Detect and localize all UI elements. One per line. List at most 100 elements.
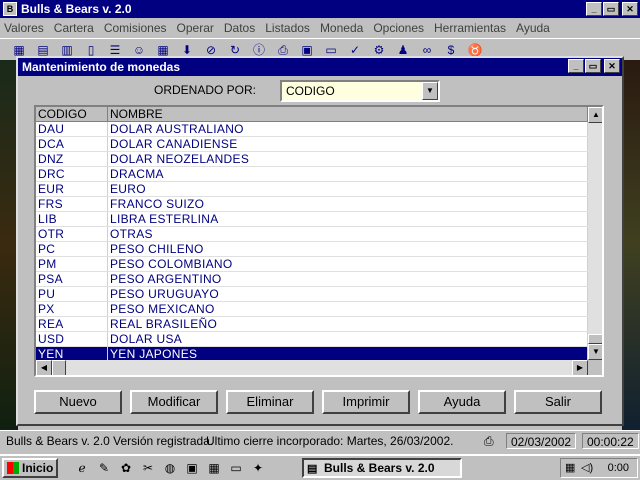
cell-codigo: OTR [36,227,108,241]
tray-app-icon[interactable]: ▦ [565,459,575,477]
dialog-title: Mantenimiento de monedas [22,60,181,74]
table-row[interactable]: EUR EURO [36,182,588,197]
printer-icon: ⎙ [484,434,494,448]
table-row[interactable]: DRC DRACMA [36,167,588,182]
table-row[interactable]: DNZ DOLAR NEOZELANDES [36,152,588,167]
table-row[interactable]: PX PESO MEXICANO [36,302,588,317]
status-bar: Bulls & Bears v. 2.0 Versión registrada.… [0,430,640,450]
table-header: CODIGO NOMBRE [36,107,588,122]
status-version: Bulls & Bears v. 2.0 Versión registrada. [6,434,214,448]
status-last-close: Ultimo cierre incorporado: Martes, 26/03… [206,434,454,448]
column-header-codigo[interactable]: CODIGO [36,107,108,122]
order-label: ORDENADO POR: [154,83,257,97]
globe-icon[interactable]: ◍ [162,460,178,476]
minimize-button[interactable]: _ [586,2,602,16]
order-value: CODIGO [286,84,335,98]
app-title: Bulls & Bears v. 2.0 [21,2,132,16]
dropdown-arrow-icon[interactable]: ▼ [422,82,438,100]
currency-table[interactable]: CODIGO NOMBRE DAU DOLAR AUSTRALIANO DCA DOL… [34,105,604,377]
volume-icon[interactable]: ◁) [581,459,593,477]
ayuda-button[interactable]: Ayuda [418,390,506,414]
paint-icon[interactable]: ✿ [118,460,134,476]
menu-valores[interactable]: Valores [4,21,44,35]
app-window: B Bulls & Bears v. 2.0 _ ▭ ✕ Valores Car… [0,0,640,480]
eliminar-button[interactable]: Eliminar [226,390,314,414]
column-header-nombre[interactable]: NOMBRE [108,107,588,122]
order-select[interactable]: CODIGO ▼ [280,80,440,102]
nuevo-button[interactable]: Nuevo [34,390,122,414]
hscroll-thumb[interactable] [52,360,66,375]
menu-comisiones[interactable]: Comisiones [104,21,167,35]
table-row[interactable]: OTR OTRAS [36,227,588,242]
table-row[interactable]: PC PESO CHILENO [36,242,588,257]
status-date: 02/03/2002 [506,433,577,449]
table-row[interactable]: PU PESO URUGUAYO [36,287,588,302]
cell-codigo: YEN [36,347,108,361]
cell-codigo: PC [36,242,108,256]
table-row[interactable]: PSA PESO ARGENTINO [36,272,588,287]
table-row[interactable]: DAU DOLAR AUSTRALIANO [36,122,588,137]
cell-nombre: YEN JAPONES [108,347,588,361]
network-icon[interactable]: ▣ [184,460,200,476]
dialog-buttons: Nuevo Modificar Eliminar Imprimir Ayuda … [34,390,614,414]
menu-moneda[interactable]: Moneda [320,21,363,35]
menu-herramientas[interactable]: Herramientas [434,21,506,35]
salir-button[interactable]: Salir [514,390,602,414]
currency-dialog: Mantenimiento de monedas _ ▭ ✕ ORDENADO … [16,56,624,426]
cell-codigo: EUR [36,182,108,196]
dialog-close-button[interactable]: ✕ [604,59,620,73]
modificar-button[interactable]: Modificar [130,390,218,414]
cell-codigo: PM [36,257,108,271]
table-row[interactable]: USD DOLAR USA [36,332,588,347]
tray-clock: 0:00 [607,462,629,474]
system-tray: ▦ ◁) 0:00 [560,458,638,478]
cell-codigo: PU [36,287,108,301]
scroll-corner [588,360,602,375]
table-row[interactable]: REA REAL BRASILEÑO [36,317,588,332]
scroll-right-icon[interactable]: ▶ [572,360,588,375]
desktop-icon[interactable]: ▭ [228,460,244,476]
table-row[interactable]: PM PESO COLOMBIANO [36,257,588,272]
menu-opciones[interactable]: Opciones [373,21,424,35]
scroll-up-icon[interactable]: ▲ [588,107,602,123]
cell-nombre: REAL BRASILEÑO [108,317,588,331]
table-row[interactable]: FRS FRANCO SUIZO [36,197,588,212]
scroll-thumb[interactable] [588,334,602,344]
pen-icon[interactable]: ✎ [96,460,112,476]
cell-codigo: LIB [36,212,108,226]
table-row[interactable]: DCA DOLAR CANADIENSE [36,137,588,152]
horizontal-scrollbar[interactable]: ◀ ▶ [36,360,588,375]
cell-codigo: DCA [36,137,108,151]
table-row[interactable]: LIB LIBRA ESTERLINA [36,212,588,227]
close-button[interactable]: ✕ [622,2,638,16]
scroll-left-icon[interactable]: ◀ [36,360,52,375]
order-row: ORDENADO POR: CODIGO ▼ [18,80,622,102]
menu-listados[interactable]: Listados [265,21,310,35]
cell-codigo: PSA [36,272,108,286]
grid-app-icon[interactable]: ▦ [206,460,222,476]
restore-button[interactable]: ▭ [603,2,619,16]
taskbar-item-bulls-bears[interactable]: ▤ Bulls & Bears v. 2.0 [302,458,462,478]
wand-icon[interactable]: ✦ [250,460,266,476]
menu-bar: Valores Cartera Comisiones Operar Datos … [0,18,640,38]
background-right [622,60,640,430]
app-icon: B [3,2,17,16]
start-button[interactable]: Inicio [2,458,58,478]
menu-operar[interactable]: Operar [177,21,214,35]
cell-nombre: PESO ARGENTINO [108,272,588,286]
status-time: 00:00:22 [582,433,639,449]
menu-cartera[interactable]: Cartera [54,21,94,35]
imprimir-button[interactable]: Imprimir [322,390,410,414]
dialog-maximize-button[interactable]: ▭ [585,59,601,73]
windows-logo-icon [7,462,19,474]
tool-icon[interactable]: ✂ [140,460,156,476]
quick-launch: ℯ ✎ ✿ ✂ ◍ ▣ ▦ ▭ ✦ [74,460,266,476]
cell-nombre: DOLAR NEOZELANDES [108,152,588,166]
vertical-scrollbar[interactable]: ▲ ▼ [588,107,602,360]
scroll-down-icon[interactable]: ▼ [588,344,602,360]
menu-datos[interactable]: Datos [224,21,255,35]
menu-ayuda[interactable]: Ayuda [516,21,550,35]
cell-codigo: DNZ [36,152,108,166]
dialog-minimize-button[interactable]: _ [568,59,584,73]
ie-icon[interactable]: ℯ [74,460,90,476]
